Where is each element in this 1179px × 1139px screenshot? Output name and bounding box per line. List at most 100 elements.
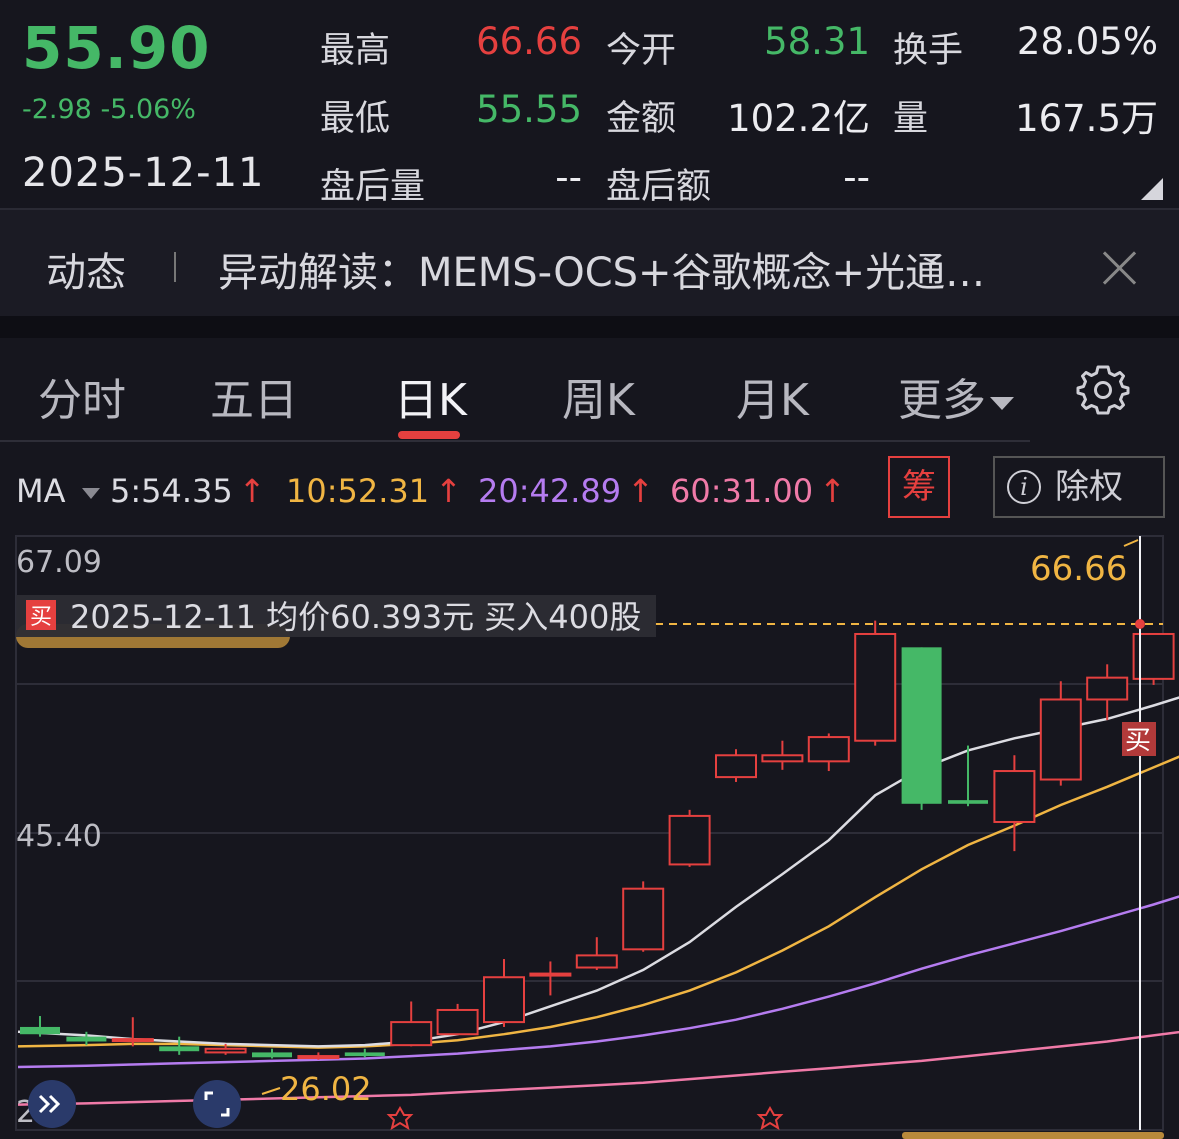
expand-corner-icon[interactable]	[1141, 178, 1163, 200]
low-leader	[261, 1087, 281, 1095]
moving-average-lines	[17, 696, 1179, 1106]
ma60-readout: 60:31.00 ↑	[670, 472, 846, 510]
high-marker-label: 66.66	[1030, 549, 1127, 589]
candles	[20, 620, 1175, 1060]
section-gap	[0, 316, 1179, 338]
candle-body-up	[297, 1055, 340, 1060]
ma10-value: 10:52.31	[286, 472, 430, 510]
star-event-icon	[386, 1105, 414, 1131]
candle-body-up	[807, 736, 850, 763]
period-tabs: 分时 五日 日K 周K 月K 更多	[0, 338, 1179, 442]
ex-rights-label: 除权	[1055, 467, 1123, 507]
buy-tag-text: 买	[30, 605, 52, 630]
gear-icon[interactable]	[1076, 363, 1130, 417]
info-icon: i	[1007, 470, 1041, 504]
high-leader	[1123, 539, 1139, 547]
active-tab-indicator	[398, 431, 460, 439]
tab-daily-k[interactable]: 日K	[394, 364, 467, 428]
trade-point-marker	[1135, 619, 1145, 629]
news-headline[interactable]: 异动解读：MEMS-OCS+谷歌概念+光通…	[218, 240, 985, 298]
candle-body-up	[436, 1008, 479, 1036]
low-marker-label: 26.02	[280, 1070, 372, 1108]
arrow-up-icon: ↑	[435, 472, 462, 510]
tab-monthly-k[interactable]: 月K	[736, 364, 809, 428]
tab-more-label: 更多	[898, 375, 986, 426]
turnover-value: 28.05%	[1016, 20, 1158, 63]
ma20-line	[17, 895, 1179, 1069]
candle-body-down	[901, 647, 942, 804]
news-separator	[174, 252, 176, 282]
ma20-readout: 20:42.89 ↑	[478, 472, 654, 510]
ma5-readout: 5:54.35 ↑	[110, 472, 266, 510]
tab-baseline	[0, 440, 1030, 442]
tab-five-day[interactable]: 五日	[210, 364, 298, 428]
chip-distribution-button[interactable]: 筹	[888, 456, 950, 518]
ex-rights-button[interactable]: i 除权	[993, 456, 1165, 518]
open-value: 58.31	[764, 20, 870, 63]
candle-body-up	[483, 976, 525, 1024]
arrow-up-icon: ↑	[819, 472, 846, 510]
star-event-icon	[756, 1105, 784, 1131]
candle-body-up	[390, 1021, 433, 1047]
ma-selector[interactable]: MA	[16, 472, 106, 510]
news-tag: 动态	[46, 250, 126, 296]
candle-body-down	[344, 1052, 385, 1057]
high-label: 最高	[320, 31, 391, 71]
caret-down-icon	[81, 487, 100, 499]
candle-body-up	[1039, 698, 1082, 781]
ma5-line	[17, 696, 1179, 1048]
candle-body-up	[1086, 676, 1129, 701]
y-axis-label: 67.09	[16, 545, 102, 580]
ma10-readout: 10:52.31 ↑	[286, 472, 462, 510]
candle-body-down	[159, 1046, 200, 1052]
price-change: -2.98 -5.06%	[22, 94, 196, 125]
candlestick-chart[interactable]: 67.09 45.40 66.66 26.02 买 2025-12-11 均价60.39…	[0, 528, 1179, 1139]
after-hours-volume-label: 盘后量	[320, 167, 426, 207]
candle-body-up	[761, 754, 804, 763]
fullscreen-button[interactable]	[193, 1080, 241, 1128]
y-axis-label: 45.40	[16, 819, 102, 854]
close-icon[interactable]	[1100, 248, 1140, 288]
candle-body-up	[622, 887, 665, 951]
turnover-label: 换手	[893, 31, 964, 71]
fast-forward-button[interactable]	[28, 1080, 76, 1128]
arrow-up-icon: ↑	[627, 472, 654, 510]
candle-body-down	[20, 1026, 60, 1035]
candle-body-up	[575, 954, 618, 969]
trade-note-text: 2025-12-11 均价60.393元 买入400股	[70, 598, 641, 636]
low-label: 最低	[320, 99, 391, 139]
buy-badge-text: 买	[1125, 726, 1151, 756]
scroll-indicator	[902, 1132, 1164, 1139]
low-value: 55.55	[476, 88, 582, 131]
volume-label: 量	[893, 99, 929, 139]
quote-date: 2025-12-11	[22, 150, 265, 196]
ma5-value: 5:54.35	[110, 472, 233, 510]
tab-more[interactable]: 更多	[898, 364, 1014, 428]
candle-body-up	[668, 814, 711, 866]
news-bar[interactable]: 动态 异动解读：MEMS-OCS+谷歌概念+光通…	[0, 210, 1179, 316]
after-hours-volume-value: --	[555, 156, 582, 199]
tab-weekly-k[interactable]: 周K	[562, 364, 635, 428]
candle-body-down	[252, 1052, 292, 1058]
candle-body-down	[66, 1036, 107, 1042]
ma-indicator-row: MA 5:54.35 ↑ 10:52.31 ↑ 20:42.89 ↑ 60:31.00…	[0, 452, 1179, 524]
candle-body-up	[715, 754, 757, 779]
amount-label: 金额	[606, 99, 677, 139]
candle-body-up	[854, 632, 897, 742]
candle-body-up	[529, 972, 572, 977]
high-value: 66.66	[476, 20, 582, 63]
candle-body-up	[993, 770, 1036, 823]
volume-value: 167.5万	[1015, 97, 1158, 140]
after-hours-amount-value: --	[843, 156, 870, 199]
open-label: 今开	[606, 31, 677, 71]
candle-body-up	[111, 1038, 154, 1043]
arrow-up-icon: ↑	[238, 472, 266, 510]
ma20-value: 20:42.89	[478, 472, 622, 510]
tab-intraday[interactable]: 分时	[38, 364, 126, 428]
candle-body-down	[948, 800, 988, 804]
ma60-value: 60:31.00	[670, 472, 814, 510]
quote-header: 55.90 -2.98 -5.06% 2025-12-11 最高 66.66 今…	[0, 0, 1179, 208]
caret-down-icon	[990, 396, 1014, 410]
ma-label: MA	[16, 472, 66, 510]
last-price: 55.90	[22, 14, 211, 82]
